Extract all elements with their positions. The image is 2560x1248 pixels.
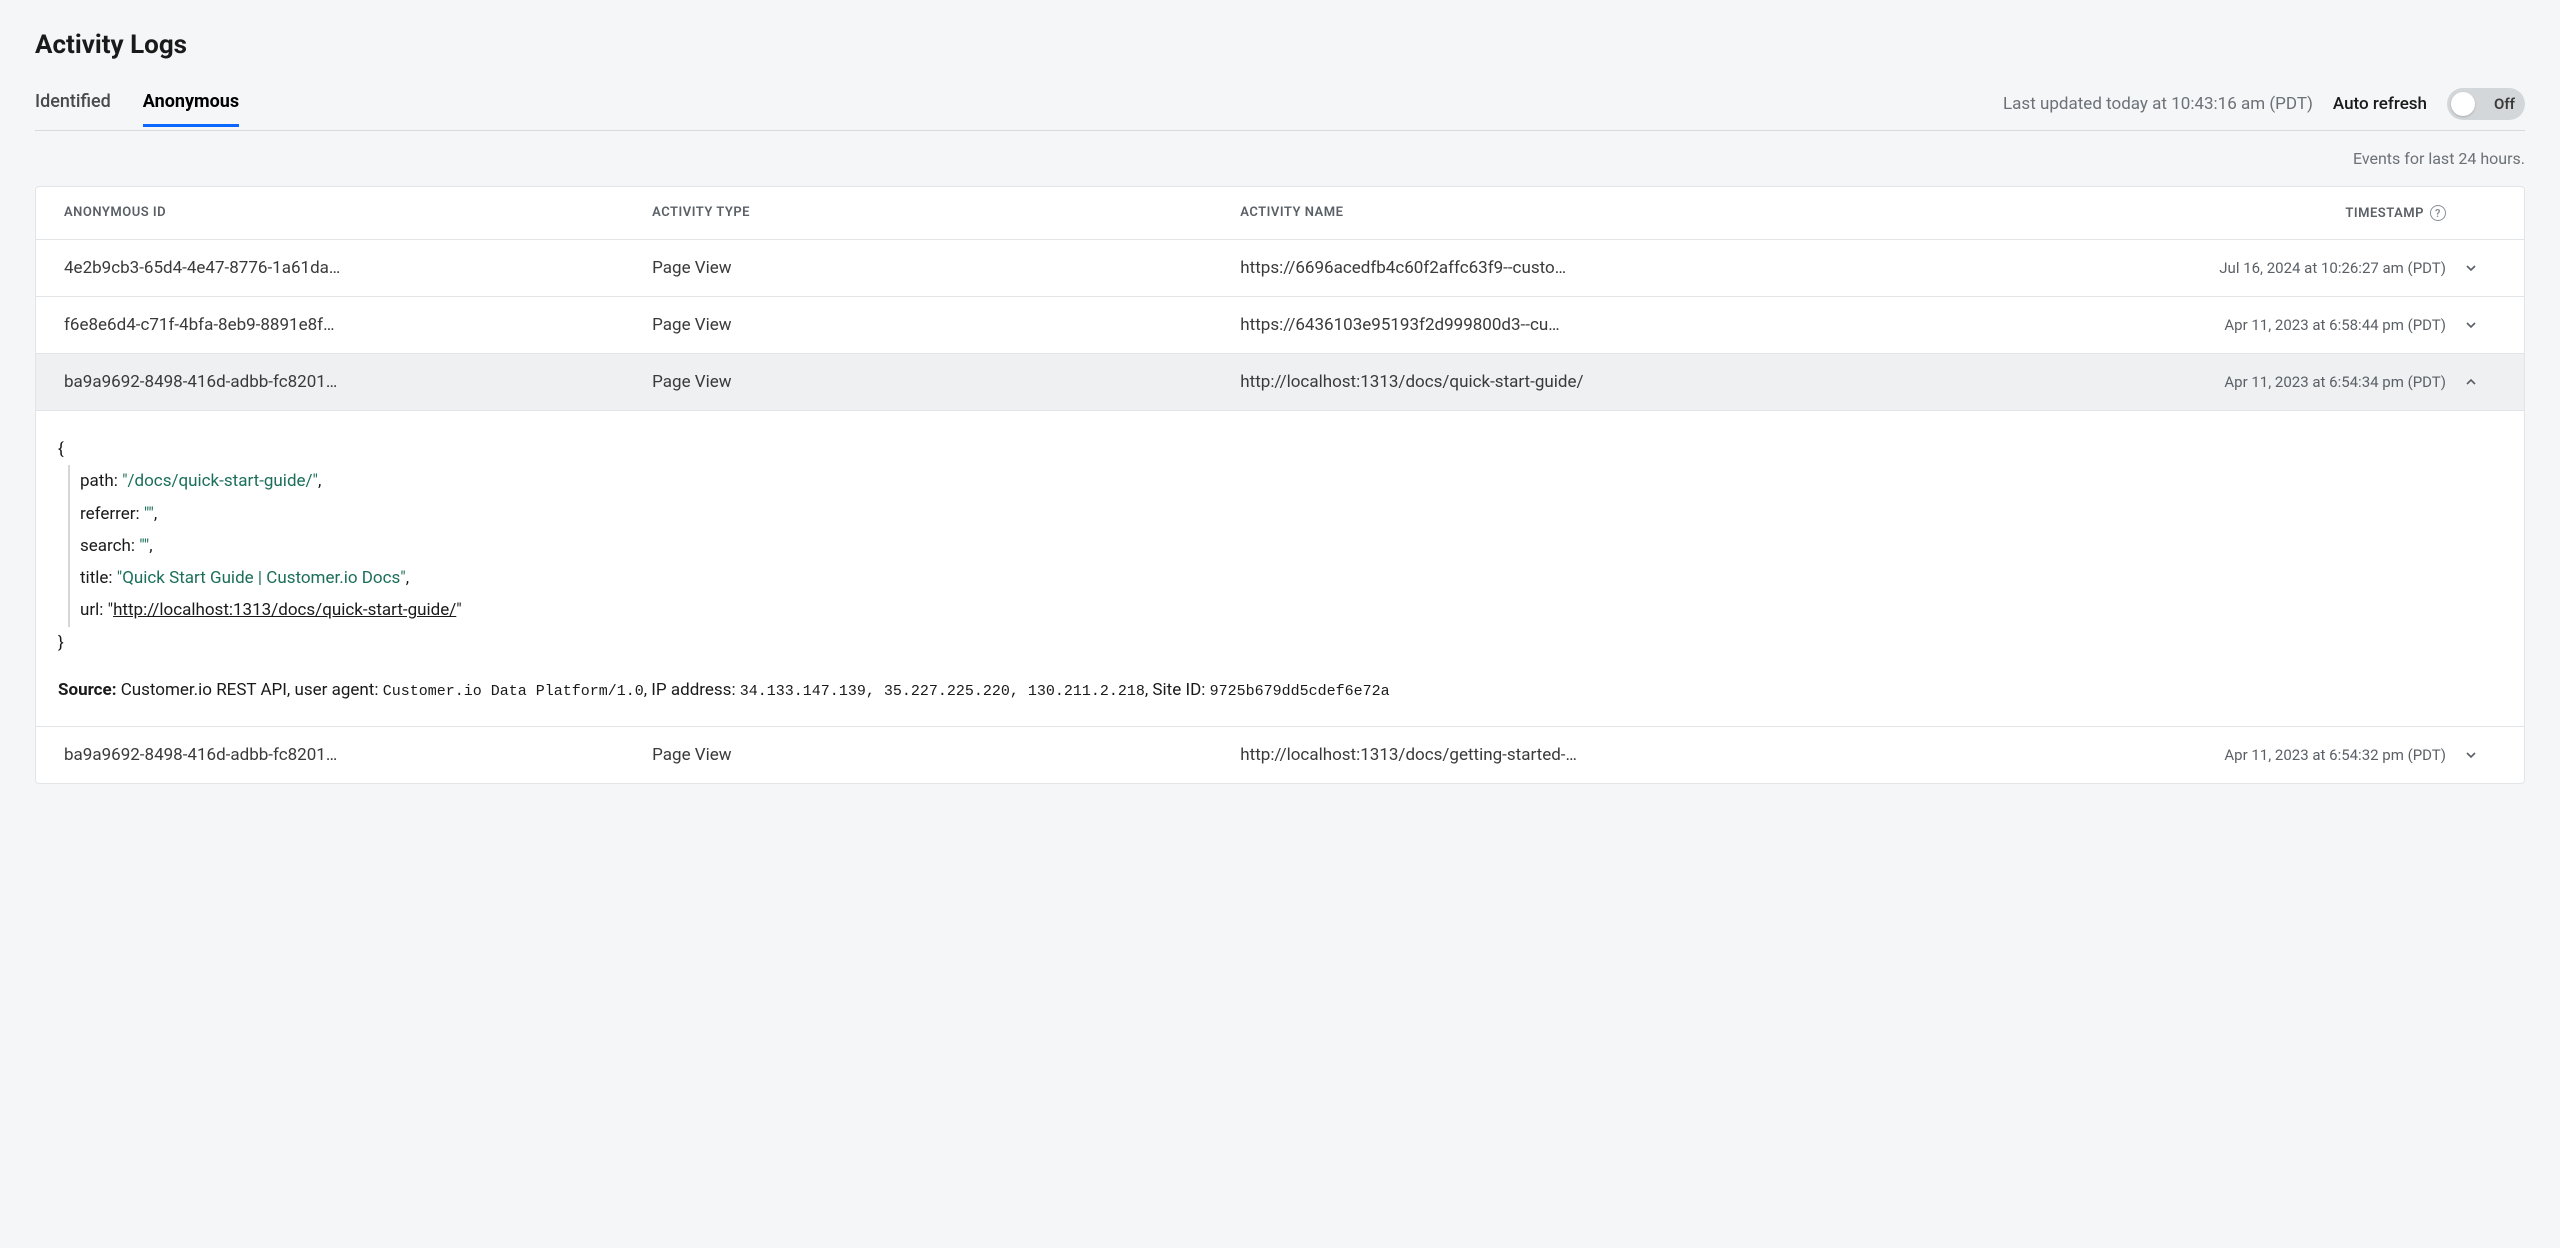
- cell-activity-type: Page View: [652, 745, 1240, 765]
- cell-activity-type: Page View: [652, 315, 1240, 335]
- cell-timestamp: Apr 11, 2023 at 6:54:32 pm (PDT): [1946, 746, 2446, 764]
- column-activity-name: ACTIVITY NAME: [1240, 205, 1946, 221]
- chevron-down-icon[interactable]: [2446, 747, 2496, 763]
- toggle-thumb: [2451, 92, 2475, 116]
- source-ip-label: , IP address:: [644, 680, 740, 700]
- chevron-down-icon[interactable]: [2446, 260, 2496, 276]
- column-timestamp-label: TIMESTAMP: [2345, 206, 2424, 221]
- column-activity-type: ACTIVITY TYPE: [652, 205, 1240, 221]
- source-site-value: 9725b679dd5cdef6e72a: [1210, 683, 1390, 700]
- table-row[interactable]: ba9a9692-8498-416d-adbb-fc8201… Page Vie…: [36, 727, 2524, 783]
- json-value-url[interactable]: http://localhost:1313/docs/quick-start-g…: [113, 600, 456, 620]
- cell-activity-type: Page View: [652, 258, 1240, 278]
- source-api-text: Customer.io REST API, user agent:: [116, 680, 382, 700]
- header-row: Identified Anonymous Last updated today …: [35, 88, 2525, 131]
- cell-anonymous-id: 4e2b9cb3-65d4-4e47-8776-1a61da…: [64, 258, 652, 278]
- tab-anonymous[interactable]: Anonymous: [143, 91, 239, 127]
- source-line: Source: Customer.io REST API, user agent…: [58, 677, 2496, 704]
- source-label: Source:: [58, 680, 116, 700]
- cell-activity-name: https://6436103e95193f2d999800d3--cu…: [1240, 315, 1946, 335]
- table-row[interactable]: ba9a9692-8498-416d-adbb-fc8201… Page Vie…: [36, 354, 2524, 411]
- cell-anonymous-id: f6e8e6d4-c71f-4bfa-8eb9-8891e8f…: [64, 315, 652, 335]
- tabs: Identified Anonymous: [35, 91, 239, 127]
- json-key-search: search: [80, 536, 131, 556]
- table-row[interactable]: f6e8e6d4-c71f-4bfa-8eb9-8891e8f… Page Vi…: [36, 297, 2524, 354]
- cell-anonymous-id: ba9a9692-8498-416d-adbb-fc8201…: [64, 372, 652, 392]
- cell-activity-type: Page View: [652, 372, 1240, 392]
- toggle-state-label: Off: [2494, 95, 2515, 113]
- cell-activity-name: https://6696acedfb4c60f2affc63f9--custo…: [1240, 258, 1946, 278]
- tab-identified[interactable]: Identified: [35, 91, 111, 127]
- chevron-down-icon[interactable]: [2446, 317, 2496, 333]
- column-timestamp: TIMESTAMP ?: [1946, 205, 2446, 221]
- json-key-title: title: [80, 568, 108, 588]
- page-title: Activity Logs: [35, 30, 2525, 60]
- json-value-path: "/docs/quick-start-guide/": [122, 471, 318, 491]
- json-value-search: "": [139, 536, 149, 556]
- cell-activity-name: http://localhost:1313/docs/getting-start…: [1240, 745, 1946, 765]
- header-right: Last updated today at 10:43:16 am (PDT) …: [2003, 88, 2525, 130]
- source-ip-value: 34.133.147.139, 35.227.225.220, 130.211.…: [740, 683, 1145, 700]
- cell-anonymous-id: ba9a9692-8498-416d-adbb-fc8201…: [64, 745, 652, 765]
- activity-table: ANONYMOUS ID ACTIVITY TYPE ACTIVITY NAME…: [35, 186, 2525, 784]
- chevron-up-icon[interactable]: [2446, 374, 2496, 390]
- row-details: { path: "/docs/quick-start-guide/", refe…: [36, 411, 2524, 727]
- cell-activity-name: http://localhost:1313/docs/quick-start-g…: [1240, 372, 1946, 392]
- events-range-text: Events for last 24 hours.: [35, 149, 2525, 168]
- json-key-url: url: [80, 600, 99, 620]
- help-icon[interactable]: ?: [2430, 205, 2446, 221]
- column-anonymous-id: ANONYMOUS ID: [64, 205, 652, 221]
- cell-timestamp: Jul 16, 2024 at 10:26:27 am (PDT): [1946, 259, 2446, 277]
- json-payload: { path: "/docs/quick-start-guide/", refe…: [58, 433, 2496, 659]
- last-updated-text: Last updated today at 10:43:16 am (PDT): [2003, 94, 2313, 114]
- table-header: ANONYMOUS ID ACTIVITY TYPE ACTIVITY NAME…: [36, 187, 2524, 240]
- cell-timestamp: Apr 11, 2023 at 6:54:34 pm (PDT): [1946, 373, 2446, 391]
- source-site-label: , Site ID:: [1145, 680, 1210, 700]
- json-value-title: "Quick Start Guide | Customer.io Docs": [117, 568, 406, 588]
- auto-refresh-label: Auto refresh: [2333, 94, 2427, 114]
- cell-timestamp: Apr 11, 2023 at 6:58:44 pm (PDT): [1946, 316, 2446, 334]
- json-value-referrer: "": [144, 504, 154, 524]
- auto-refresh-toggle[interactable]: Off: [2447, 88, 2525, 120]
- table-row[interactable]: 4e2b9cb3-65d4-4e47-8776-1a61da… Page Vie…: [36, 240, 2524, 297]
- source-user-agent: Customer.io Data Platform/1.0: [383, 683, 644, 700]
- json-key-referrer: referrer: [80, 504, 135, 524]
- json-key-path: path: [80, 471, 114, 491]
